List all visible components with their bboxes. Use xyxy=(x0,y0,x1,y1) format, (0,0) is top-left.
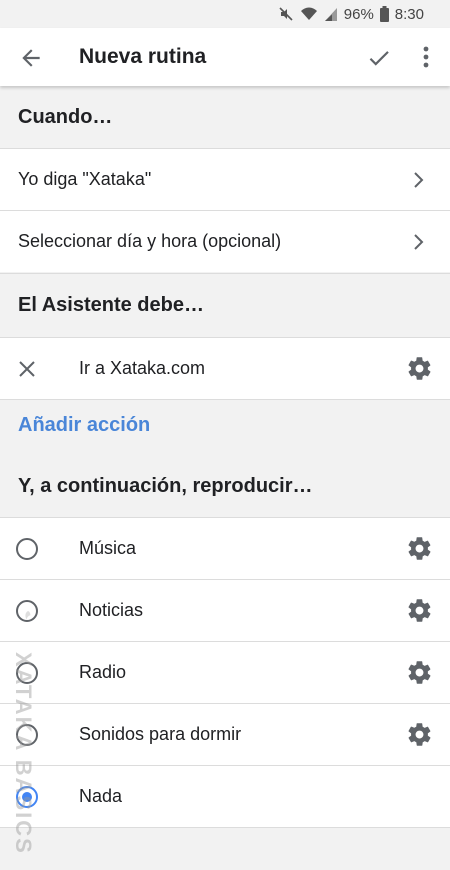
page-title: Nueva rutina xyxy=(79,45,207,68)
when-item-label: Yo diga "Xataka" xyxy=(18,169,152,189)
status-bar: 96% 8:30 xyxy=(0,0,450,28)
option-label: Sonidos para dormir xyxy=(79,724,242,744)
remove-action-icon[interactable] xyxy=(17,359,37,379)
when-item-schedule[interactable]: Seleccionar día y hora (opcional) xyxy=(0,210,450,272)
settings-gear-icon[interactable] xyxy=(406,597,433,624)
option-sonidos[interactable]: Sonidos para dormir xyxy=(0,703,450,765)
settings-gear-icon[interactable] xyxy=(406,535,433,562)
option-label: Radio xyxy=(79,662,127,682)
settings-gear-icon[interactable] xyxy=(406,721,433,748)
add-action-link[interactable]: Añadir acción xyxy=(18,414,150,437)
divider xyxy=(0,399,450,400)
battery-percent: 96% xyxy=(343,5,374,23)
radio-button[interactable] xyxy=(16,537,38,560)
when-item-voice[interactable]: Yo diga "Xataka" xyxy=(0,148,450,210)
watermark-text: XATAKA BASICS xyxy=(11,652,36,855)
then-header: Y, a continuación, reproducir… xyxy=(0,456,450,516)
back-arrow-icon[interactable] xyxy=(18,45,44,71)
option-label: Nada xyxy=(79,786,123,806)
mute-icon xyxy=(279,7,293,21)
option-nada[interactable]: Nada xyxy=(0,765,450,827)
when-item-label: Seleccionar día y hora (opcional) xyxy=(18,231,282,251)
radio-button[interactable] xyxy=(16,599,38,622)
more-vert-icon[interactable] xyxy=(414,43,438,71)
clock: 8:30 xyxy=(394,5,424,23)
divider xyxy=(0,827,450,828)
app-bar: Nueva rutina xyxy=(0,28,450,86)
wifi-icon xyxy=(300,7,317,20)
option-radio[interactable]: Radio xyxy=(0,641,450,703)
option-musica[interactable]: Música xyxy=(0,517,450,579)
option-label: Noticias xyxy=(79,600,144,620)
settings-gear-icon[interactable] xyxy=(406,355,433,382)
settings-gear-icon[interactable] xyxy=(406,659,433,686)
assistant-header: El Asistente debe… xyxy=(0,273,450,337)
chevron-right-icon xyxy=(414,233,424,250)
action-item[interactable]: Ir a Xataka.com xyxy=(0,337,450,399)
signal-icon xyxy=(324,8,337,21)
when-header: Cuando… xyxy=(0,86,450,148)
option-label: Música xyxy=(79,538,137,558)
battery-icon xyxy=(379,6,389,22)
chevron-right-icon xyxy=(414,171,424,188)
option-noticias[interactable]: Noticias xyxy=(0,579,450,641)
check-icon[interactable] xyxy=(366,45,392,71)
action-label: Ir a Xataka.com xyxy=(79,358,206,378)
